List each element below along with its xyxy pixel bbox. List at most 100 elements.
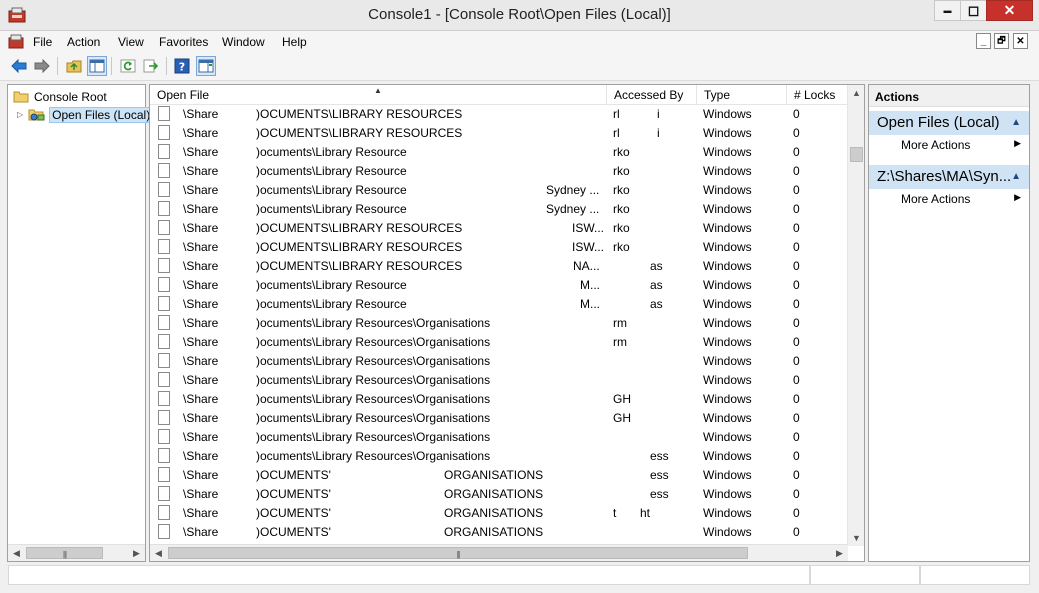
table-row[interactable]: \Share)ocuments\Library Resources\Organi… (150, 333, 848, 352)
table-row[interactable]: \Share)OCUMENTS' ORGANISATIONS ess Windows 0 (150, 485, 848, 504)
mmc-system-menu-icon[interactable] (8, 34, 24, 49)
table-row[interactable]: \Share)OCUMENTS' ORGANISATIONS ess Windows 0 (150, 466, 848, 485)
table-row[interactable]: \Share)ocuments\Library Resource rko Windo… (150, 143, 848, 162)
cell-locks: 0 (793, 411, 800, 425)
column-header-label: Accessed By (614, 88, 684, 102)
menu-file[interactable]: File (33, 35, 52, 49)
table-row[interactable]: \Share)OCUMENTS' ORGANISATIONS Windows 0 (150, 523, 848, 542)
table-row[interactable]: \Share)ocuments\Library Resource rko Windo… (150, 162, 848, 181)
menu-window[interactable]: Window (222, 35, 265, 49)
scroll-left-button[interactable]: ◀ (8, 545, 25, 561)
list-vertical-scrollbar[interactable]: ▲ ▼ (847, 85, 864, 546)
column-header-accessed-by[interactable]: Accessed By (607, 85, 697, 105)
cell-accessed-by-extra: ht (640, 506, 651, 520)
mdi-close-button[interactable]: ✕ (1013, 33, 1028, 49)
table-row[interactable]: \Share)ocuments\Library Resources\Organi… (150, 447, 848, 466)
export-list-icon (143, 59, 159, 73)
forward-button[interactable] (32, 56, 52, 76)
scroll-down-button[interactable]: ▼ (848, 530, 864, 546)
cell-accessed-by: rko (613, 145, 630, 159)
cell-path: )ocuments\Library Resources\Organisation… (256, 354, 491, 368)
cell-accessed-by-extra: as (650, 259, 663, 273)
table-row[interactable]: \Share)OCUMENTS\LIBRARY RESOURCES NA... as… (150, 257, 848, 276)
list-horizontal-scrollbar[interactable]: ◀ ||| ▶ (150, 544, 848, 561)
table-row[interactable]: \Share)ocuments\Library Resources\Organi… (150, 409, 848, 428)
cell-path: )ocuments\Library Resources\Organisation… (256, 373, 491, 387)
cell-path-middle: M... (580, 297, 600, 311)
tree-item-console-root[interactable]: Console Root (13, 87, 107, 106)
actions-section-open-files[interactable]: Open Files (Local) ▲ (869, 111, 1029, 135)
toolbar-separator (57, 57, 58, 75)
section-label: Z:\Shares\MA\Syn... (877, 168, 1012, 185)
chevron-right-icon: ▶ (836, 547, 843, 558)
maximize-icon: ◻ (967, 2, 980, 18)
mdi-minimize-button[interactable]: _ (976, 33, 991, 49)
scroll-right-button[interactable]: ▶ (831, 545, 848, 561)
cell-locks: 0 (793, 373, 800, 387)
section-label: Open Files (Local) (877, 114, 1000, 131)
cell-path: )ocuments\Library Resource (256, 145, 407, 159)
column-header-type[interactable]: Type (697, 85, 787, 105)
cell-type: Windows (703, 392, 752, 406)
cell-locks: 0 (793, 183, 800, 197)
scroll-up-button[interactable]: ▲ (848, 85, 864, 101)
tree-horizontal-scrollbar[interactable]: ◀ ||| ▶ (8, 544, 145, 561)
menu-view[interactable]: View (118, 35, 144, 49)
cell-path: )ocuments\Library Resources\Organisation… (256, 335, 491, 349)
collapse-icon[interactable]: ▲ (1011, 117, 1021, 128)
table-row[interactable]: \Share)ocuments\Library Resource M... as Wi… (150, 295, 848, 314)
close-button[interactable]: ✕ (986, 0, 1033, 21)
tree-item-open-files-local[interactable]: ▷ Open Files (Local) (17, 105, 154, 124)
help-button[interactable]: ? (172, 56, 192, 76)
more-actions-item[interactable]: More Actions ▶ (869, 135, 1029, 155)
minimize-button[interactable]: ▬ (934, 0, 961, 21)
cell-path: )ocuments\Library Resources\Organisation… (256, 411, 491, 425)
column-header-row: Open File ▲ Accessed By Type # Locks (150, 85, 848, 105)
expand-icon[interactable]: ▷ (17, 110, 23, 119)
table-row[interactable]: \Share)OCUMENTS\LIBRARY RESOURCES rl i Wind… (150, 105, 848, 124)
table-row[interactable]: \Share)ocuments\Library Resources\Organi… (150, 428, 848, 447)
scroll-thumb[interactable]: ||| (168, 547, 748, 559)
table-row[interactable]: \Share)ocuments\Library Resource Sydney .… (150, 200, 848, 219)
cell-share: \Share (183, 297, 219, 311)
more-actions-item[interactable]: More Actions ▶ (869, 189, 1029, 209)
cell-accessed-by-extra: ess (650, 468, 669, 482)
menu-favorites[interactable]: Favorites (159, 35, 208, 49)
collapse-icon[interactable]: ▲ (1011, 171, 1021, 182)
refresh-button[interactable] (118, 56, 138, 76)
actions-title: Actions (869, 85, 1029, 107)
table-row[interactable]: \Share)OCUMENTS\LIBRARY RESOURCES ISW... r… (150, 238, 848, 257)
table-row[interactable]: \Share)ocuments\Library Resources\Organi… (150, 390, 848, 409)
table-row[interactable]: \Share)ocuments\Library Resources\Organi… (150, 314, 848, 333)
column-header-locks[interactable]: # Locks (787, 85, 848, 105)
show-hide-action-pane-button[interactable] (196, 56, 216, 76)
scroll-right-button[interactable]: ▶ (128, 545, 145, 561)
export-list-button[interactable] (141, 56, 161, 76)
cell-type: Windows (703, 487, 752, 501)
up-folder-icon (66, 60, 82, 73)
scroll-left-button[interactable]: ◀ (150, 545, 167, 561)
actions-section-selected-file[interactable]: Z:\Shares\MA\Syn... ▲ (869, 165, 1029, 189)
table-row[interactable]: \Share)ocuments\Library Resources\Organi… (150, 352, 848, 371)
action-label: More Actions (901, 138, 971, 152)
back-button[interactable] (9, 56, 29, 76)
table-row[interactable]: \Share)OCUMENTS\LIBRARY RESOURCES rl i Wind… (150, 124, 848, 143)
cell-share: \Share (183, 449, 219, 463)
maximize-button[interactable]: ◻ (960, 0, 987, 21)
table-row[interactable]: \Share)OCUMENTS\LIBRARY RESOURCES ISW... r… (150, 219, 848, 238)
mdi-restore-button[interactable]: 🗗 (994, 33, 1009, 49)
back-icon (11, 59, 27, 73)
table-row[interactable]: \Share)ocuments\Library Resource Sydney .… (150, 181, 848, 200)
scroll-thumb[interactable] (850, 147, 863, 162)
menu-action[interactable]: Action (67, 35, 100, 49)
table-row[interactable]: \Share)ocuments\Library Resources\Organi… (150, 371, 848, 390)
table-row[interactable]: \Share)OCUMENTS' ORGANISATIONS t ht Windows 0 (150, 504, 848, 523)
table-row[interactable]: \Share)ocuments\Library Resource M... as Wi… (150, 276, 848, 295)
up-one-level-button[interactable] (64, 56, 84, 76)
tree-item-label: Console Root (34, 89, 107, 104)
show-hide-tree-button[interactable] (87, 56, 107, 76)
menu-help[interactable]: Help (282, 35, 307, 49)
show-hide-action-pane-icon (198, 59, 214, 73)
cell-locks: 0 (793, 449, 800, 463)
scroll-thumb[interactable]: ||| (26, 547, 103, 559)
